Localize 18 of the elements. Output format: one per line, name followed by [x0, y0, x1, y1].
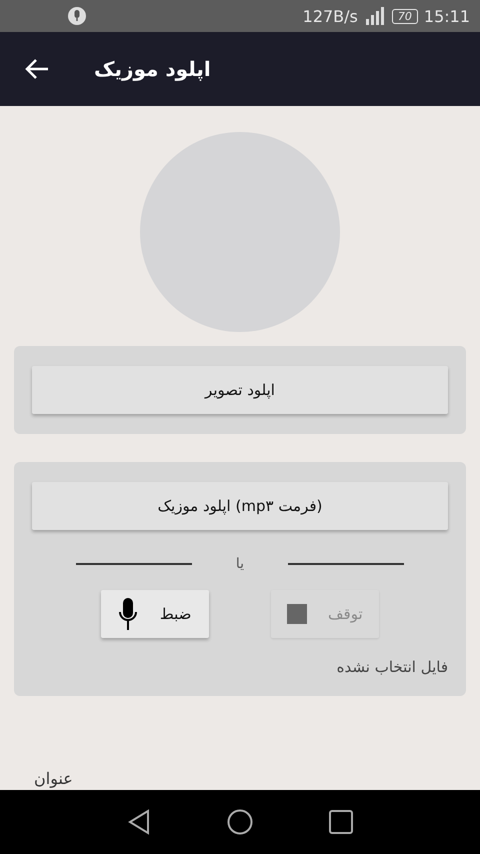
back-nav-button[interactable]: [127, 809, 151, 835]
title-label: عنوان: [34, 769, 73, 788]
record-button[interactable]: ضبط: [101, 590, 209, 638]
clock-time: 15:11: [424, 6, 470, 26]
home-nav-button[interactable]: [227, 809, 253, 835]
microphone-icon: [68, 7, 86, 25]
or-label: یا: [236, 556, 244, 572]
network-speed: 127B/s: [302, 6, 358, 26]
microphone-icon: [118, 598, 137, 630]
signal-icon: [364, 7, 386, 25]
stop-icon: [287, 604, 308, 624]
upload-music-button[interactable]: اپلود موزیک (mp۳ فرمت): [32, 482, 448, 530]
app-title: اپلود موزیک: [94, 57, 211, 81]
upload-image-button[interactable]: اپلود تصویر: [32, 366, 448, 414]
recents-nav-button[interactable]: [329, 810, 353, 834]
file-status: فایل انتخاب نشده: [336, 658, 448, 676]
back-button[interactable]: [24, 58, 50, 80]
battery-level: 70: [392, 8, 418, 24]
